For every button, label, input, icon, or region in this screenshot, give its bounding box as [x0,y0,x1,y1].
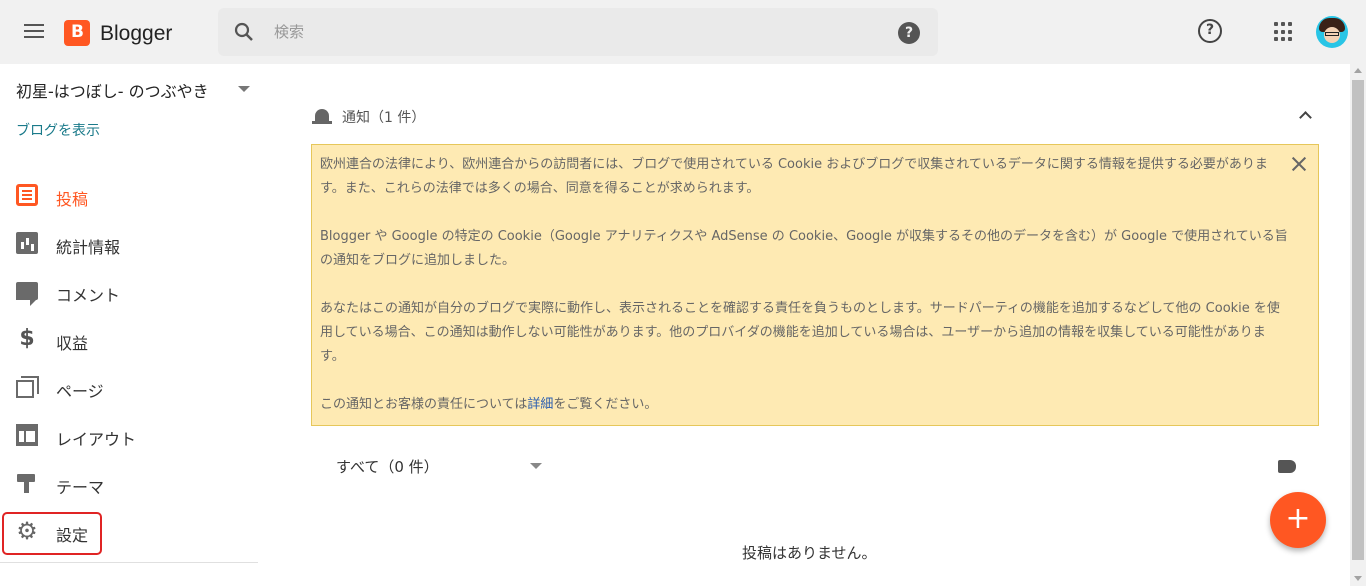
sidebar-item-label: ページ [56,382,104,401]
layout-icon [16,424,38,446]
sidebar-item-label: テーマ [56,478,105,497]
comment-icon [16,282,38,306]
settings-highlight-box [2,512,102,555]
view-blog-link[interactable]: ブログを表示 [16,120,100,140]
sidebar-item-label: レイアウト [56,430,137,449]
avatar[interactable] [1316,16,1348,48]
bell-icon [312,106,332,128]
cookie-notice: 欧州連合の法律により、欧州連合からの訪問者には、ブログで使用されている Cook… [311,144,1319,426]
posts-icon [16,184,38,206]
blogger-logo-icon[interactable] [64,20,90,46]
scroll-up-icon[interactable] [1354,68,1362,73]
sidebar-item-theme[interactable]: テーマ [0,462,260,506]
notification-title: 通知（1 件） [342,110,426,126]
search-input[interactable] [274,20,874,44]
apps-grid-icon[interactable] [1274,22,1294,42]
help-icon[interactable]: ? [1198,19,1222,43]
search-bar: ? [218,8,938,56]
menu-icon[interactable] [24,20,46,44]
notice-text: この通知とお客様の責任については [320,397,528,412]
sidebar-item-layout[interactable]: レイアウト [0,414,260,458]
divider [0,562,258,563]
chevron-down-icon[interactable] [238,86,250,92]
sidebar-item-comments[interactable]: コメント [0,270,260,314]
notice-text: をご覧ください。 [553,397,658,412]
notice-paragraph: あなたはこの通知が自分のブログで実際に動作し、表示されることを確認する責任を負う… [320,301,1280,364]
scrollbar[interactable] [1350,64,1366,586]
top-bar: Blogger ? ? [0,0,1366,64]
search-icon[interactable] [234,22,254,42]
chevron-up-icon[interactable] [1298,108,1312,122]
dollar-icon: $ [19,326,35,351]
sidebar-item-label: 投稿 [56,190,89,209]
sidebar-item-label: 統計情報 [56,238,121,257]
sidebar-item-label: コメント [56,286,121,305]
sidebar-item-stats[interactable]: 統計情報 [0,222,260,266]
brand-name[interactable]: Blogger [100,22,172,46]
sidebar: 初星-はつぼし- のつぶやき ブログを表示 投稿 統計情報 コメント $ 収益 … [0,64,260,586]
stats-icon [16,232,38,254]
close-icon[interactable] [1290,155,1308,173]
post-filter-select[interactable]: すべて（0 件） [336,456,439,477]
sidebar-item-posts[interactable]: 投稿 [0,174,260,218]
empty-posts-message: 投稿はありません。 [742,544,877,562]
sidebar-item-earnings[interactable]: $ 収益 [0,318,260,362]
label-icon[interactable] [1278,460,1296,473]
notice-paragraph: Blogger や Google の特定の Cookie（Google アナリテ… [320,229,1288,268]
new-post-button[interactable]: + [1270,492,1326,548]
blog-selector[interactable]: 初星-はつぼし- のつぶやき [16,78,209,102]
pages-icon [16,376,39,398]
notice-paragraph: 欧州連合の法律により、欧州連合からの訪問者には、ブログで使用されている Cook… [320,157,1268,196]
main-content: 通知（1 件） 欧州連合の法律により、欧州連合からの訪問者には、ブログで使用され… [260,64,1350,586]
chevron-down-icon[interactable] [530,463,542,469]
scroll-thumb[interactable] [1352,80,1364,560]
theme-icon [16,472,38,494]
sidebar-item-pages[interactable]: ページ [0,366,260,410]
sidebar-item-label: 収益 [56,334,89,353]
search-help-icon[interactable]: ? [898,22,920,44]
notice-paragraph: この通知とお客様の責任については詳細をご覧ください。 [320,393,1290,417]
details-link[interactable]: 詳細 [527,397,553,412]
scroll-down-icon[interactable] [1354,576,1362,581]
